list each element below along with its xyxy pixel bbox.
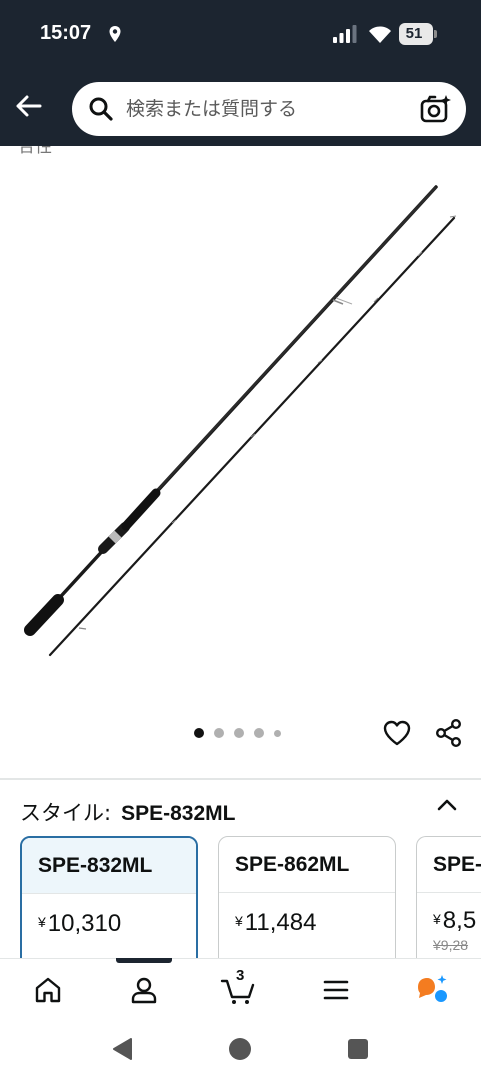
status-bar: 15:07 51 [0, 0, 481, 72]
chevron-up-icon[interactable] [434, 794, 460, 816]
back-arrow-icon [16, 95, 42, 117]
home-icon[interactable] [30, 973, 66, 1007]
carousel-dot[interactable] [194, 728, 204, 738]
wifi-icon [369, 26, 391, 43]
account-icon[interactable] [126, 973, 162, 1007]
active-tab-indicator [116, 958, 172, 963]
search-icon [89, 97, 113, 121]
share-icon[interactable] [434, 718, 464, 748]
system-recents-icon[interactable] [348, 1039, 368, 1059]
carousel-dot[interactable] [274, 729, 281, 737]
back-button[interactable] [8, 86, 48, 126]
location-icon [109, 26, 121, 42]
variant-name: SPE-832ML [22, 838, 196, 894]
bottom-navigation: 3 [0, 958, 481, 1020]
search-input[interactable] [126, 82, 406, 136]
carousel-dot[interactable] [214, 728, 224, 738]
variant-name: SPE-862ML [219, 837, 395, 893]
carousel-dot[interactable] [254, 728, 264, 738]
section-divider [0, 778, 481, 780]
signal-icon [333, 25, 357, 43]
variant-option[interactable]: SPE- ¥8,5 ¥9,28 [416, 836, 481, 976]
system-back-icon[interactable] [111, 1037, 133, 1061]
variant-price: ¥8,5 [433, 907, 477, 934]
variant-name: SPE- [417, 837, 481, 893]
menu-icon[interactable] [318, 973, 354, 1007]
status-time: 15:07 [40, 22, 92, 44]
camera-search-icon[interactable] [420, 94, 452, 124]
cart-button[interactable]: 3 [220, 967, 256, 1007]
variant-option[interactable]: SPE-862ML ¥11,484 [218, 836, 396, 976]
carousel-dot[interactable] [234, 728, 244, 738]
header [0, 72, 481, 146]
product-image-fishing-rod[interactable] [0, 160, 481, 700]
style-label: スタイル: [20, 801, 112, 825]
partial-heading-text: 合性 [18, 146, 52, 156]
variant-option-selected[interactable]: SPE-832ML ¥10,310 [20, 836, 198, 976]
style-selector-heading: スタイル: SPE-832ML [20, 797, 235, 827]
system-navigation-bar [0, 1020, 481, 1080]
image-carousel-dots [194, 728, 281, 738]
battery-icon: 51 [399, 23, 437, 45]
wishlist-heart-icon[interactable] [382, 718, 412, 748]
variant-price: ¥11,484 [235, 909, 317, 936]
battery-level: 51 [405, 25, 423, 42]
rufus-ai-icon[interactable] [414, 973, 450, 1007]
cart-count-badge: 3 [236, 967, 245, 984]
style-selected-value: SPE-832ML [121, 802, 236, 825]
variant-price: ¥10,310 [38, 910, 122, 937]
variant-was-price: ¥9,28 [433, 937, 469, 953]
system-home-icon[interactable] [229, 1038, 251, 1060]
search-box[interactable] [72, 82, 466, 136]
